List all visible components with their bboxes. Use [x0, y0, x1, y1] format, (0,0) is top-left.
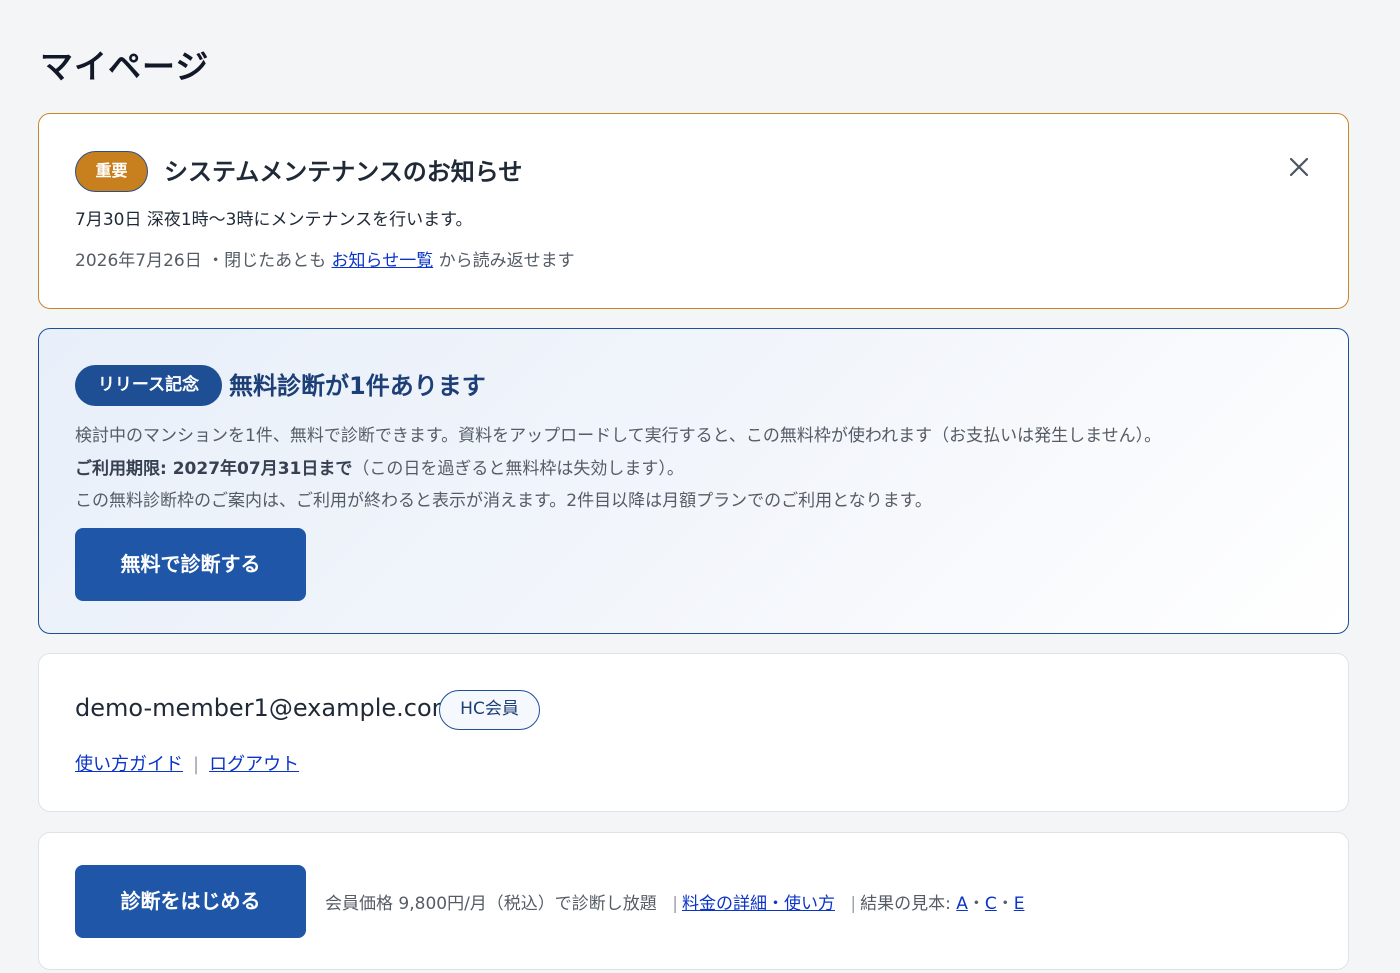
sample-dot: ・: [996, 894, 1014, 914]
deadline-note: （この日を過ぎると無料枠は失効します）。: [352, 459, 684, 479]
promo-note: この無料診断枠のご案内は、ご利用が終わると表示が消えます。2件目以降は月額プラン…: [75, 491, 932, 511]
page-title: マイページ: [40, 47, 210, 86]
member-badge: HC会員: [439, 690, 540, 730]
important-badge: 重要: [75, 151, 148, 192]
promo-description: 検討中のマンションを1件、無料で診断できます。資料をアップロードして実行すると、…: [75, 426, 1162, 446]
notice-list-link[interactable]: お知らせ一覧: [332, 251, 434, 271]
close-icon: [1289, 157, 1309, 177]
notice-meta-prefix: ・閉じたあとも: [207, 251, 327, 271]
samples-separator: |: [850, 894, 857, 914]
free-diagnosis-button[interactable]: 無料で診断する: [75, 528, 306, 601]
release-badge: リリース記念: [75, 365, 222, 406]
close-notice-button[interactable]: [1284, 152, 1314, 182]
pricing-details-link[interactable]: 料金の詳細・使い方: [682, 894, 835, 914]
notice-title: システムメンテナンスのお知らせ: [164, 158, 523, 186]
free-diagnosis-card: リリース記念 無料診断が1件あります 検討中のマンションを1件、無料で診断できま…: [38, 328, 1349, 634]
sample-link-a[interactable]: A: [956, 894, 968, 914]
maintenance-notice-card: 重要 システムメンテナンスのお知らせ 7月30日 深夜1時〜3時にメンテナンスを…: [38, 113, 1349, 309]
user-email: demo-member1@example.com: [75, 694, 456, 722]
start-diagnosis-card: 診断をはじめる 会員価格 9,800円/月（税込）で診断し放題 | 料金の詳細・使…: [38, 832, 1349, 970]
notice-date: 2026年7月26日: [75, 251, 202, 271]
logout-link[interactable]: ログアウト: [209, 754, 299, 775]
link-separator: |: [193, 754, 200, 775]
notice-meta: 2026年7月26日 ・閉じたあとも お知らせ一覧 から読み返せます: [75, 246, 575, 271]
usage-guide-link[interactable]: 使い方ガイド: [75, 754, 183, 775]
deadline-date: ご利用期限: 2027年07月31日まで: [75, 459, 353, 479]
sample-link-c[interactable]: C: [985, 894, 997, 914]
promo-title: 無料診断が1件あります: [229, 372, 486, 400]
account-card: demo-member1@example.com HC会員 使い方ガイド | ログア…: [38, 653, 1349, 812]
price-separator: |: [672, 894, 678, 914]
sample-link-e[interactable]: E: [1014, 894, 1025, 914]
account-links: 使い方ガイド | ログアウト: [75, 750, 299, 776]
price-info: 会員価格 9,800円/月（税込）で診断し放題 | 料金の詳細・使い方 | 結果の見…: [325, 889, 1025, 914]
samples-label: 結果の見本:: [860, 894, 951, 914]
notice-body: 7月30日 深夜1時〜3時にメンテナンスを行います。: [75, 210, 473, 230]
start-diagnosis-button[interactable]: 診断をはじめる: [75, 865, 306, 938]
promo-deadline: ご利用期限: 2027年07月31日まで（この日を過ぎると無料枠は失効します）。: [75, 454, 684, 479]
notice-meta-suffix: から読み返せます: [438, 251, 575, 271]
sample-dot: ・: [967, 894, 985, 914]
member-price: 会員価格 9,800円/月（税込）で診断し放題: [325, 894, 657, 914]
